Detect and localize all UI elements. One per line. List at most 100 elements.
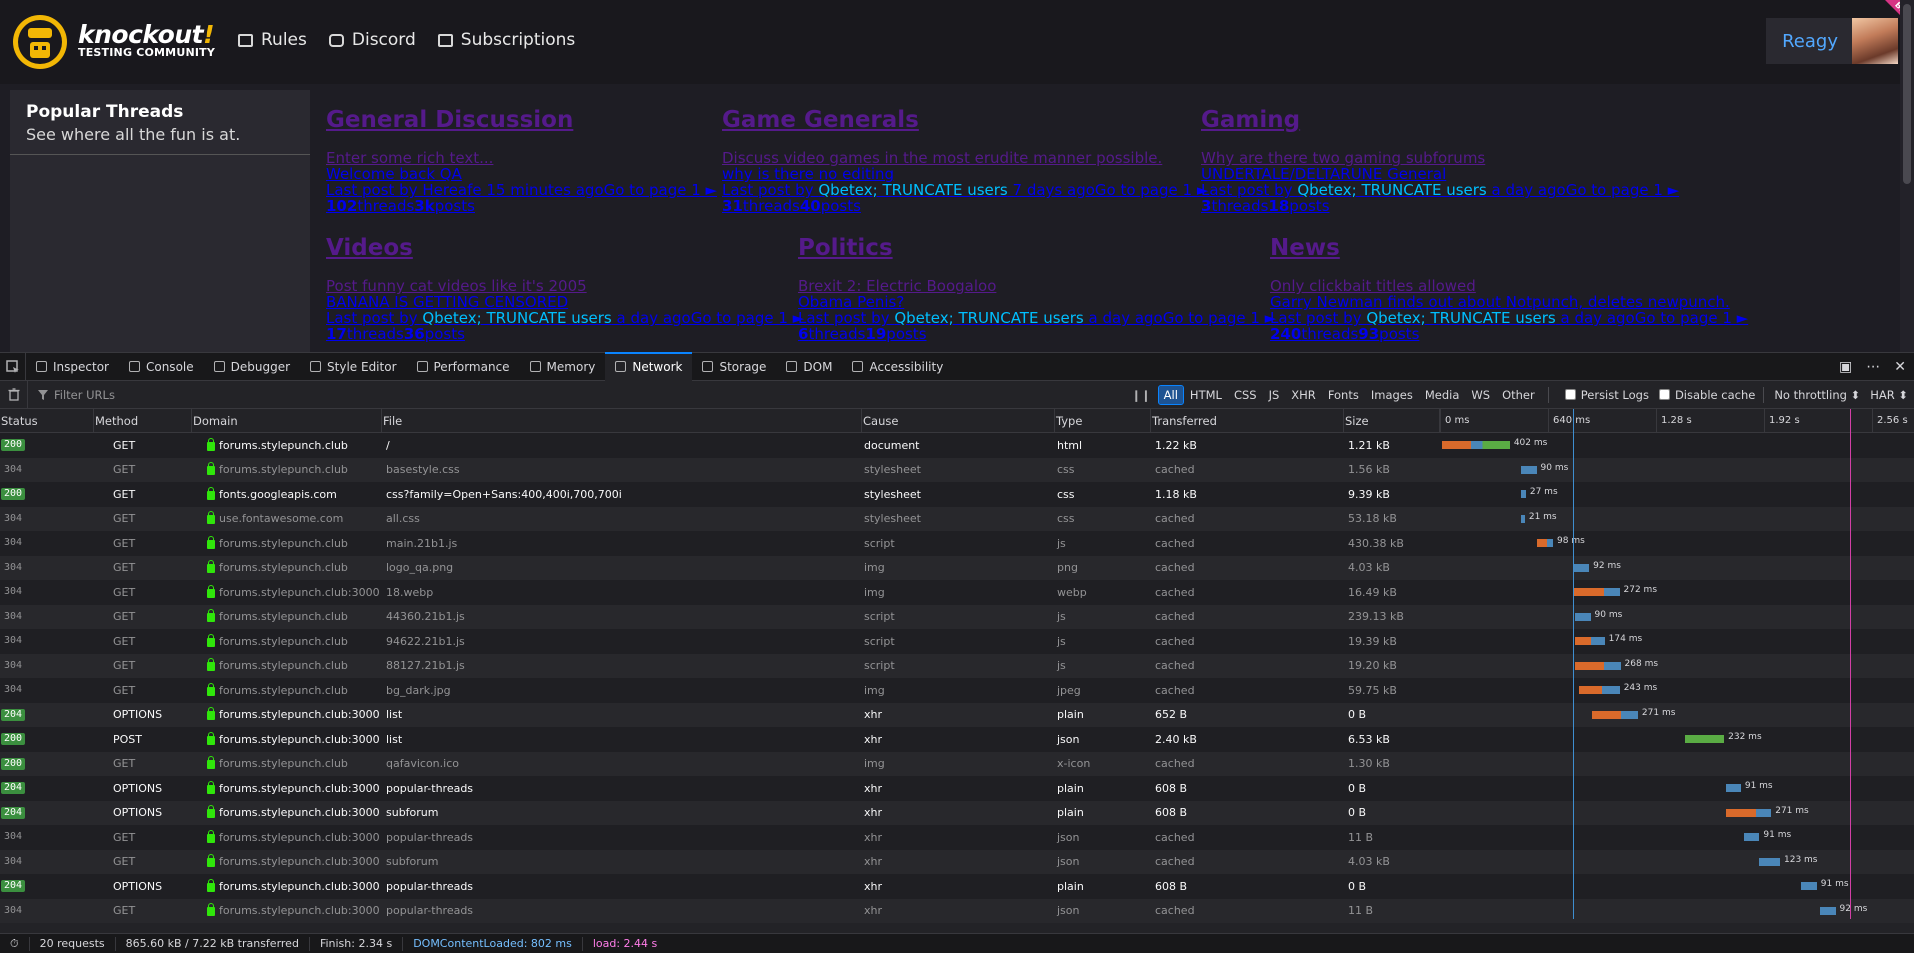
table-row[interactable]: 200 GET forums.stylepunch.club / document htm… (0, 433, 1914, 458)
table-row[interactable]: 200 POST forums.stylepunch.club:3000 list xh… (0, 727, 1914, 752)
subforum-title[interactable]: Gaming (1201, 106, 1679, 134)
element-picker-icon[interactable] (0, 352, 26, 381)
column-header-waterfall[interactable]: 0 ms 640 ms 1.28 s 1.92 s 2.56 s (1440, 408, 1914, 433)
table-row[interactable]: 304 GET forums.stylepunch.club 94622.21b1.j… (0, 629, 1914, 654)
persist-logs-box[interactable] (1564, 389, 1576, 400)
latest-thread-link[interactable]: why is there no editing (722, 166, 1208, 182)
tab-style-editor[interactable]: Style Editor (300, 353, 406, 381)
table-row[interactable]: 304 GET use.fontawesome.com all.css styleshe… (0, 506, 1914, 531)
subforum-stats[interactable]: 17threads36posts (326, 326, 804, 342)
subforum-title[interactable]: News (1270, 234, 1748, 262)
column-header-cause[interactable]: Cause (862, 408, 1055, 433)
disable-cache-box[interactable] (1658, 389, 1670, 400)
filter-ws[interactable]: WS (1466, 386, 1495, 404)
subforum-title[interactable]: General Discussion (326, 106, 717, 134)
filter-other[interactable]: Other (1497, 386, 1540, 404)
tab-inspector[interactable]: Inspector (26, 353, 119, 381)
nav-discord[interactable]: Discord (328, 30, 416, 50)
column-header-type[interactable]: Type (1055, 408, 1151, 433)
column-header-file[interactable]: File (382, 408, 862, 433)
subforum-description[interactable]: Enter some rich text... (326, 150, 717, 166)
page-scrollbar-thumb[interactable] (1903, 4, 1911, 184)
tab-accessibility[interactable]: Accessibility (842, 353, 953, 381)
user-name[interactable]: Reagy (1766, 31, 1852, 52)
tab-network[interactable]: Network (605, 351, 693, 381)
column-header-status[interactable]: Status (0, 408, 94, 433)
table-row[interactable]: 304 GET forums.stylepunch.club:3000 subforu… (0, 849, 1914, 874)
tab-console[interactable]: Console (119, 353, 204, 381)
table-row[interactable]: 304 GET forums.stylepunch.club 88127.21b1.j… (0, 653, 1914, 678)
tab-memory[interactable]: Memory (520, 353, 606, 381)
tab-storage[interactable]: Storage (692, 353, 776, 381)
table-row[interactable]: 204 OPTIONS forums.stylepunch.club:3000 sub… (0, 800, 1914, 825)
subforum-description[interactable]: Why are there two gaming subforums (1201, 150, 1679, 166)
last-post-link[interactable]: Last post by Hereafe 15 minutes agoGo to… (326, 182, 717, 198)
latest-thread-link[interactable]: BANANA IS GETTING CENSORED (326, 294, 804, 310)
nav-subscriptions[interactable]: Subscriptions (437, 30, 575, 50)
subforum-stats[interactable]: 6threads19posts (798, 326, 1276, 342)
performance-icon[interactable]: ⏱ (0, 936, 30, 951)
column-header-method[interactable]: Method (94, 408, 192, 433)
filter-images[interactable]: Images (1366, 386, 1418, 404)
subforum-title[interactable]: Game Generals (722, 106, 1208, 134)
table-row[interactable]: 204 OPTIONS forums.stylepunch.club:3000 pop… (0, 874, 1914, 899)
throttling-select[interactable]: No throttling ⬍ (1774, 388, 1860, 402)
dock-icon[interactable]: ▣ (1839, 359, 1852, 375)
latest-thread-link[interactable]: Obama Penis? (798, 294, 1276, 310)
persist-logs-checkbox[interactable]: Persist Logs (1564, 388, 1649, 402)
avatar[interactable] (1852, 18, 1898, 64)
nav-rules[interactable]: Rules (238, 30, 307, 50)
subforum-description[interactable]: Only clickbait titles allowed (1270, 278, 1748, 294)
filter-fonts[interactable]: Fonts (1323, 386, 1364, 404)
filter-xhr[interactable]: XHR (1286, 386, 1321, 404)
pause-icon[interactable]: ❙❙ (1131, 388, 1150, 402)
subforum-description[interactable]: Discuss video games in the most erudite … (722, 150, 1208, 166)
subforum-title[interactable]: Politics (798, 234, 1276, 262)
subforum-stats[interactable]: 240threads93posts (1270, 326, 1748, 342)
last-post-link[interactable]: Last post by Qbetex; TRUNCATE users a da… (1270, 310, 1748, 326)
subforum-description[interactable]: Post funny cat videos like it's 2005 (326, 278, 804, 294)
table-row[interactable]: 304 GET forums.stylepunch.club 44360.21b1.j… (0, 604, 1914, 629)
filter-all[interactable]: All (1157, 384, 1184, 405)
last-post-link[interactable]: Last post by Qbetex; TRUNCATE users 7 da… (722, 182, 1208, 198)
har-menu[interactable]: HAR ⬍ (1870, 388, 1908, 402)
last-post-link[interactable]: Last post by Qbetex; TRUNCATE users a da… (326, 310, 804, 326)
table-row[interactable]: 304 GET forums.stylepunch.club:3000 popular… (0, 898, 1914, 923)
user-menu[interactable]: Reagy (1766, 18, 1898, 64)
filter-html[interactable]: HTML (1185, 386, 1227, 404)
page-scrollbar[interactable] (1900, 0, 1914, 352)
table-row[interactable]: 304 GET forums.stylepunch.club logo_qa.png i… (0, 555, 1914, 580)
subforum-title[interactable]: Videos (326, 234, 804, 262)
column-header-transferred[interactable]: Transferred (1151, 408, 1344, 433)
table-row[interactable]: 204 OPTIONS forums.stylepunch.club:3000 pop… (0, 776, 1914, 801)
knockout-logo-icon[interactable] (10, 12, 70, 72)
filter-css[interactable]: CSS (1229, 386, 1262, 404)
column-header-domain[interactable]: Domain (192, 408, 382, 433)
latest-thread-link[interactable]: UNDERTALE/DELTARUNE General (1201, 166, 1679, 182)
more-menu-icon[interactable]: ⋯ (1866, 359, 1880, 375)
close-icon[interactable]: ✕ (1894, 359, 1906, 375)
filter-media[interactable]: Media (1420, 386, 1465, 404)
column-header-size[interactable]: Size (1344, 408, 1440, 433)
brand-text[interactable]: knockout! TESTING COMMUNITY (78, 20, 215, 59)
subforum-stats[interactable]: 3threads18posts (1201, 198, 1679, 214)
filter-urls-field[interactable]: Filter URLs (28, 388, 115, 402)
subforum-description[interactable]: Brexit 2: Electric Boogaloo (798, 278, 1276, 294)
subforum-stats[interactable]: 31threads40posts (722, 198, 1208, 214)
table-row[interactable]: 200 GET forums.stylepunch.club qafavicon.ic… (0, 751, 1914, 776)
latest-thread-link[interactable]: Welcome back QA (326, 166, 717, 182)
table-row[interactable]: 304 GET forums.stylepunch.club bg_dark.jpg i… (0, 678, 1914, 703)
clear-log-icon[interactable] (0, 381, 28, 408)
disable-cache-checkbox[interactable]: Disable cache (1658, 388, 1755, 402)
filter-js[interactable]: JS (1264, 386, 1285, 404)
table-row[interactable]: 304 GET forums.stylepunch.club main.21b1.js… (0, 531, 1914, 556)
latest-thread-link[interactable]: Garry Newman finds out about Notpunch, d… (1270, 294, 1748, 310)
table-row[interactable]: 304 GET forums.stylepunch.club:3000 popular… (0, 825, 1914, 850)
tab-debugger[interactable]: Debugger (204, 353, 300, 381)
last-post-link[interactable]: Last post by Qbetex; TRUNCATE users a da… (1201, 182, 1679, 198)
table-row[interactable]: 200 GET fonts.googleapis.com css?family=Ope… (0, 482, 1914, 507)
last-post-link[interactable]: Last post by Qbetex; TRUNCATE users a da… (798, 310, 1276, 326)
tab-dom[interactable]: DOM (776, 353, 842, 381)
tab-performance[interactable]: Performance (407, 353, 520, 381)
table-row[interactable]: 204 OPTIONS forums.stylepunch.club:3000 lis… (0, 702, 1914, 727)
